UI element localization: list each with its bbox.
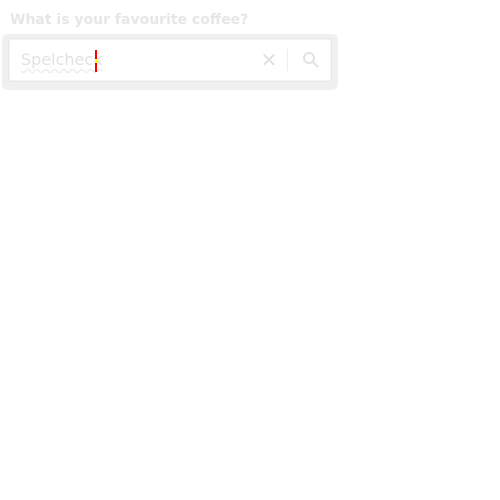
search-field[interactable]: Spelcheck ✕ [8,38,332,82]
search-field-focus-ring: Spelcheck ✕ [2,34,338,90]
search-input[interactable]: Spelcheck [21,39,102,81]
clear-button[interactable]: ✕ [257,48,281,72]
divider [287,49,288,71]
question-label: What is your favourite coffee? [10,12,249,28]
text-cursor [95,50,97,72]
close-icon: ✕ [260,48,278,72]
search-button[interactable] [299,48,323,72]
search-icon [303,52,319,68]
